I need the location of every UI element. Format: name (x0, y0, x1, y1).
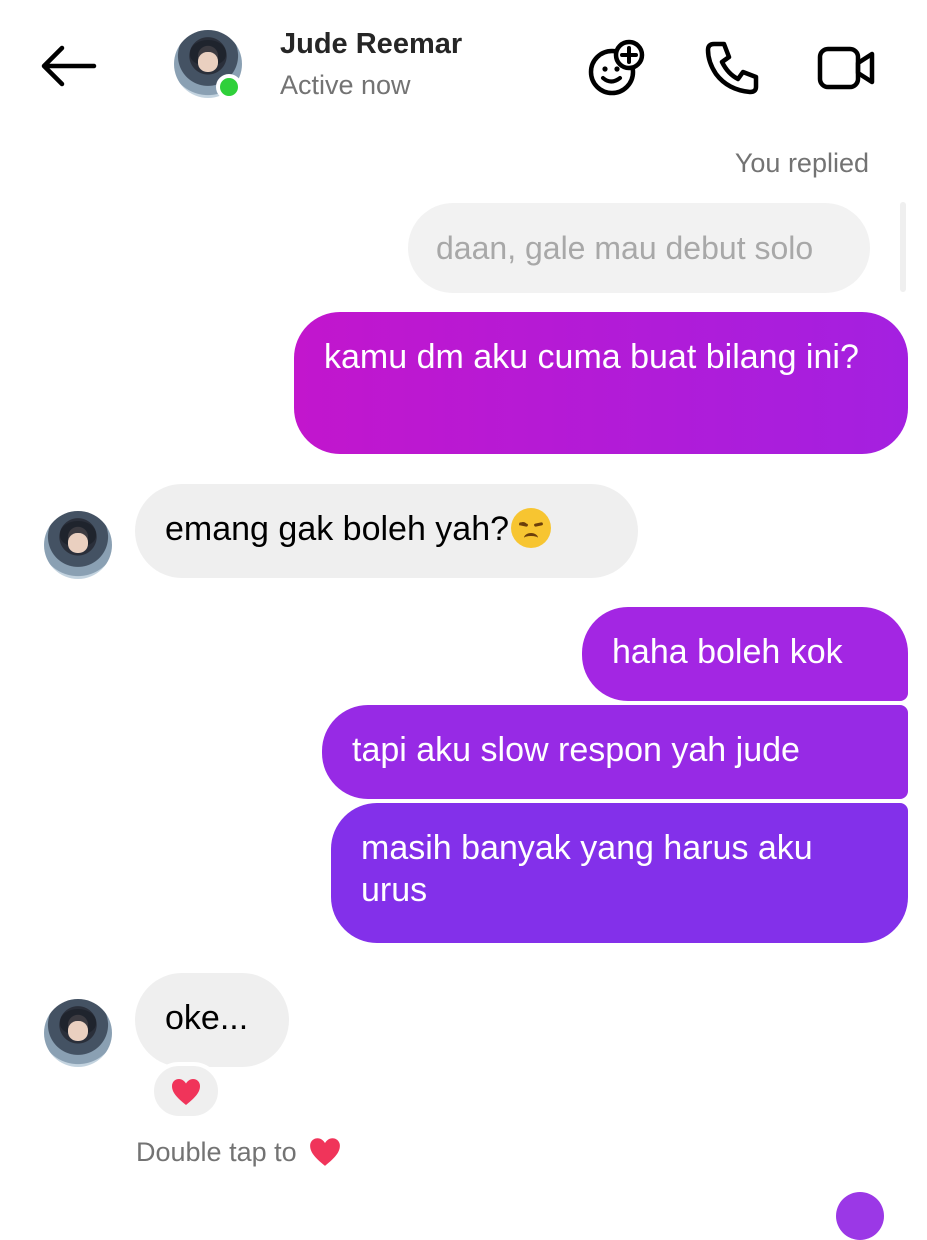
sticker-add-icon (588, 39, 645, 96)
back-button[interactable] (36, 40, 100, 92)
message-text: emang gak boleh yah? (165, 510, 510, 548)
quoted-message[interactable]: daan, gale mau debut solo (408, 203, 870, 293)
you-replied-label: You replied (734, 148, 869, 178)
outgoing-message[interactable]: kamu dm aku cuma buat bilang ini? (294, 312, 908, 454)
sticker-button[interactable] (584, 36, 648, 100)
video-call-button[interactable] (814, 36, 878, 100)
outgoing-message[interactable]: haha boleh kok (582, 607, 908, 701)
message-reaction[interactable] (150, 1062, 222, 1120)
incoming-message[interactable]: oke... (135, 973, 289, 1067)
phone-icon (705, 41, 759, 95)
video-camera-icon (817, 46, 875, 90)
outgoing-message[interactable]: tapi aku slow respon yah jude (322, 705, 908, 799)
online-status-dot (216, 74, 242, 100)
chat-header: Jude Reemar Active now (0, 0, 927, 130)
active-status: Active now (280, 70, 411, 100)
double-tap-hint: Double tap to (136, 1136, 342, 1168)
reply-indicator-bar (900, 202, 906, 292)
sender-avatar[interactable] (44, 999, 112, 1067)
outgoing-message[interactable]: masih banyak yang harus aku urus (331, 803, 908, 943)
incoming-message[interactable]: emang gak boleh yah? (135, 484, 638, 578)
sender-avatar[interactable] (44, 511, 112, 579)
disappointed-face-emoji-icon (511, 508, 552, 548)
heart-icon (310, 1138, 341, 1166)
contact-name[interactable]: Jude Reemar (280, 28, 462, 61)
voice-call-button[interactable] (700, 36, 764, 100)
arrow-left-icon (41, 45, 97, 87)
own-avatar (836, 1192, 884, 1240)
heart-icon (172, 1079, 200, 1105)
double-tap-text: Double tap to (136, 1137, 297, 1167)
